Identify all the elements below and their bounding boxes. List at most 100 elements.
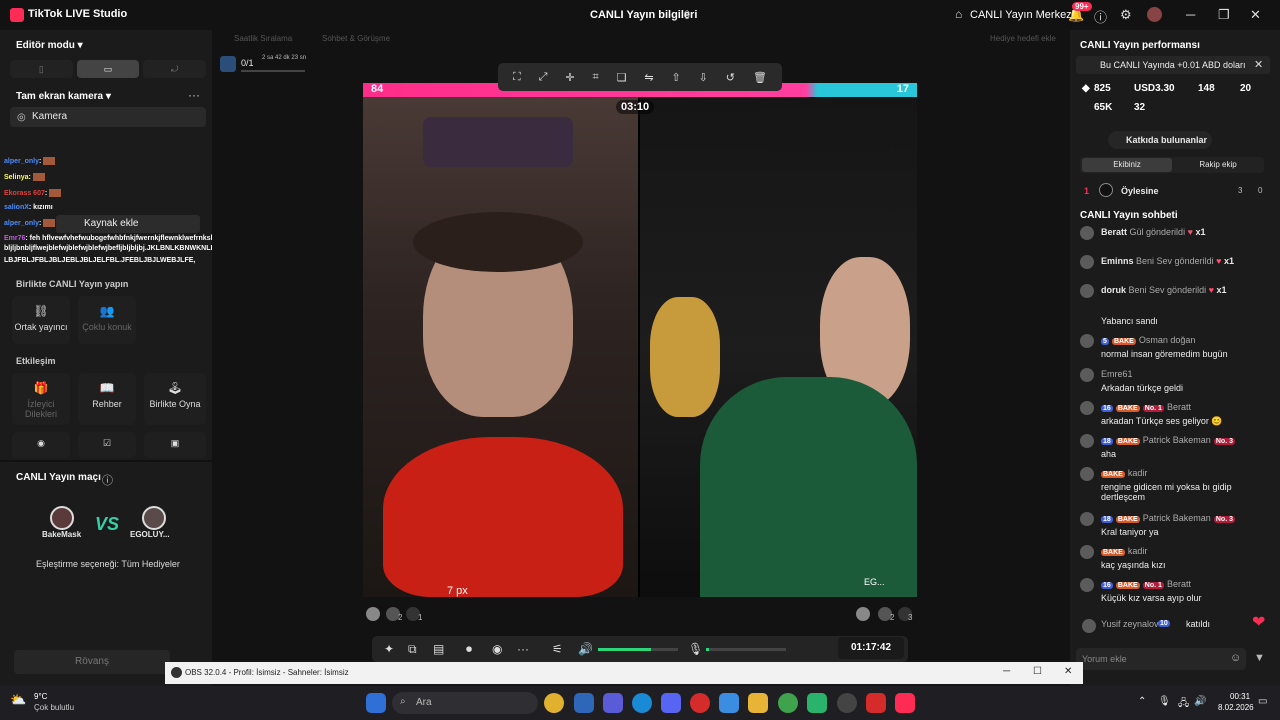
tile-more-2[interactable]: ☑ bbox=[78, 432, 136, 458]
app-icon[interactable] bbox=[574, 693, 594, 713]
volume-slider[interactable] bbox=[598, 648, 678, 651]
rotate-option[interactable]: ⤾ bbox=[143, 60, 207, 78]
help-icon[interactable]: ⓘ bbox=[102, 472, 113, 488]
microphone-icon[interactable]: 🎙 bbox=[1158, 696, 1171, 707]
live-center-link[interactable]: CANLI Yayın Merkezi bbox=[970, 9, 1074, 21]
pillow bbox=[423, 117, 573, 167]
camera-section-dropdown[interactable]: Tam ekran kamera ▾ bbox=[16, 91, 111, 102]
chat-name: alper_only bbox=[4, 219, 40, 227]
volume-fill bbox=[598, 648, 651, 651]
multi-guest-tile[interactable]: 👥 Çoklu konuk bbox=[78, 296, 136, 344]
magic-icon[interactable]: ✦ bbox=[384, 642, 394, 656]
rotate-icon[interactable]: ↺ bbox=[726, 71, 735, 84]
help-icon[interactable]: ⓘ bbox=[1094, 7, 1107, 26]
maximize-icon[interactable]: ☐ bbox=[1033, 666, 1042, 677]
maximize-icon[interactable]: ❐ bbox=[1218, 7, 1230, 23]
orientation-switch[interactable]: ▯ ▭ ⤾ bbox=[10, 60, 207, 78]
flip-icon[interactable]: ⇋ bbox=[644, 71, 653, 84]
home-icon[interactable]: ⌂ bbox=[955, 7, 962, 21]
ranking-tab[interactable]: Saatlik Sıralama bbox=[234, 34, 292, 43]
transform-toolbar: ⛶ ⤢ ✛ ⌗ ❏ ⇋ ⇧ ⇩ ↺ 🗑 bbox=[498, 63, 782, 91]
search-box[interactable]: Ara bbox=[392, 692, 538, 714]
opera-icon[interactable] bbox=[690, 693, 710, 713]
discord-icon[interactable] bbox=[661, 693, 681, 713]
layer-down-icon[interactable]: ⇩ bbox=[699, 71, 708, 84]
more-icon[interactable]: ··· bbox=[188, 88, 200, 102]
chat-header: 18 BAKE Patrick Bakeman No. 3 bbox=[1101, 512, 1235, 524]
obs-title: OBS 32.0.4 - Profil: İsimsiz - Sahneler:… bbox=[185, 668, 349, 677]
emoji-icon[interactable]: ☺ bbox=[1230, 652, 1241, 664]
tiktok-icon[interactable] bbox=[895, 693, 915, 713]
chrome-alt-icon[interactable] bbox=[778, 693, 798, 713]
guide-tile[interactable]: 📖 Rehber bbox=[78, 373, 136, 425]
close-icon[interactable]: ✕ bbox=[1064, 666, 1072, 677]
obs-icon[interactable] bbox=[837, 693, 857, 713]
chat-message: rengine gidicen mi yoksa bı gidip dertle… bbox=[1101, 482, 1232, 502]
more-icon[interactable]: ··· bbox=[517, 642, 529, 656]
add-source-button[interactable]: Kaynak ekle bbox=[56, 215, 200, 233]
green-sweater bbox=[700, 377, 917, 597]
viewer-wishes-tile[interactable]: 🎁 İzleyici Dilekleri bbox=[12, 373, 70, 425]
effects-icon[interactable]: ⧉ bbox=[408, 642, 417, 657]
layer-up-icon[interactable]: ⇧ bbox=[672, 71, 681, 84]
match-option[interactable]: Eşleştirme seçeneği: Tüm Hediyeler bbox=[36, 559, 180, 569]
tile-more-3[interactable]: ▣ bbox=[144, 432, 206, 458]
editor-mode-dropdown[interactable]: Editör modu ▾ bbox=[16, 40, 83, 51]
gift-goal-tab[interactable]: Hediye hedefi ekle bbox=[990, 34, 1056, 43]
minimize-icon[interactable]: ─ bbox=[1186, 7, 1195, 22]
app-title: TikTok LIVE Studio bbox=[28, 8, 128, 20]
minimize-icon[interactable]: ─ bbox=[1003, 666, 1010, 677]
chrome-icon[interactable] bbox=[544, 693, 564, 713]
comment-input[interactable]: Yorum ekle bbox=[1076, 648, 1246, 670]
mic-slider[interactable] bbox=[706, 648, 786, 651]
sliders-icon[interactable]: ⚟ bbox=[552, 642, 563, 656]
usd-value: USD3.30 bbox=[1134, 83, 1175, 94]
start-icon[interactable] bbox=[366, 693, 386, 713]
join-name: Yusif zeynalov bbox=[1101, 619, 1159, 629]
tab-your-team[interactable]: Ekibiniz bbox=[1082, 158, 1172, 172]
chat-message: kaç yaşında kızı bbox=[1101, 560, 1166, 570]
teams-icon[interactable] bbox=[603, 693, 623, 713]
record-icon[interactable]: ⏺ bbox=[466, 642, 472, 657]
chevron-up-icon[interactable]: ⌃ bbox=[1138, 696, 1146, 707]
video-preview[interactable]: 84 17 7 px EG... 03:10 bbox=[363, 83, 917, 597]
clock-time: 00:31 bbox=[1230, 692, 1251, 701]
notification-icon[interactable]: ▭ bbox=[1258, 696, 1267, 707]
contributors-button[interactable]: Katkıda bulunanlar bbox=[1108, 131, 1212, 149]
network-icon[interactable]: 🖧 bbox=[1178, 696, 1189, 713]
copy-icon[interactable]: ❏ bbox=[617, 71, 627, 84]
microphone-icon[interactable]: 🎙 bbox=[688, 642, 703, 656]
avatar[interactable] bbox=[1147, 7, 1162, 22]
folder-icon[interactable] bbox=[748, 693, 768, 713]
tab-opponent[interactable]: Rakip ekip bbox=[1174, 158, 1262, 172]
crop-icon[interactable]: ⌗ bbox=[592, 71, 598, 84]
co-host-tile[interactable]: ⛓ Ortak yayıncı bbox=[12, 296, 70, 344]
camera-settings-icon[interactable]: ◉ bbox=[492, 642, 502, 656]
tile-more-1[interactable]: ◉ bbox=[12, 432, 70, 458]
expand-icon[interactable]: ⤢ bbox=[539, 71, 548, 84]
landscape-option[interactable]: ▭ bbox=[76, 60, 140, 78]
rematch-button[interactable]: Rövanş bbox=[14, 650, 170, 674]
gear-icon[interactable]: ⚙ bbox=[1120, 7, 1132, 23]
center-icon[interactable]: ✛ bbox=[565, 71, 574, 84]
obs-window[interactable]: OBS 32.0.4 - Profil: İsimsiz - Sahneler:… bbox=[165, 662, 1083, 684]
portrait-option[interactable]: ▯ bbox=[10, 60, 73, 78]
close-icon[interactable]: ✕ bbox=[1250, 7, 1261, 23]
youtube-icon[interactable] bbox=[866, 693, 886, 713]
fit-icon[interactable]: ⛶ bbox=[513, 71, 521, 84]
chat-tab[interactable]: Sohbet & Görüşme bbox=[322, 34, 390, 43]
share-icon[interactable]: ⇪ bbox=[682, 8, 692, 22]
android-icon[interactable] bbox=[807, 693, 827, 713]
filter-icon[interactable]: ▼ bbox=[1254, 652, 1265, 664]
delete-icon[interactable]: 🗑 bbox=[753, 71, 767, 84]
camera-source[interactable]: Kamera bbox=[10, 107, 206, 127]
play-together-tile[interactable]: 🕹 Birlikte Oyna bbox=[144, 373, 206, 425]
speaker-icon[interactable]: 🔊 bbox=[578, 642, 593, 656]
mail-icon[interactable] bbox=[719, 693, 739, 713]
volume-icon[interactable]: 🔊 bbox=[1194, 696, 1206, 707]
edge-icon[interactable] bbox=[632, 693, 652, 713]
tile-label: Birlikte Oyna bbox=[149, 399, 201, 409]
close-icon[interactable]: ✕ bbox=[1254, 58, 1263, 71]
layout-icon[interactable]: ▤ bbox=[433, 642, 444, 656]
new-followers: 20 bbox=[1240, 83, 1252, 94]
